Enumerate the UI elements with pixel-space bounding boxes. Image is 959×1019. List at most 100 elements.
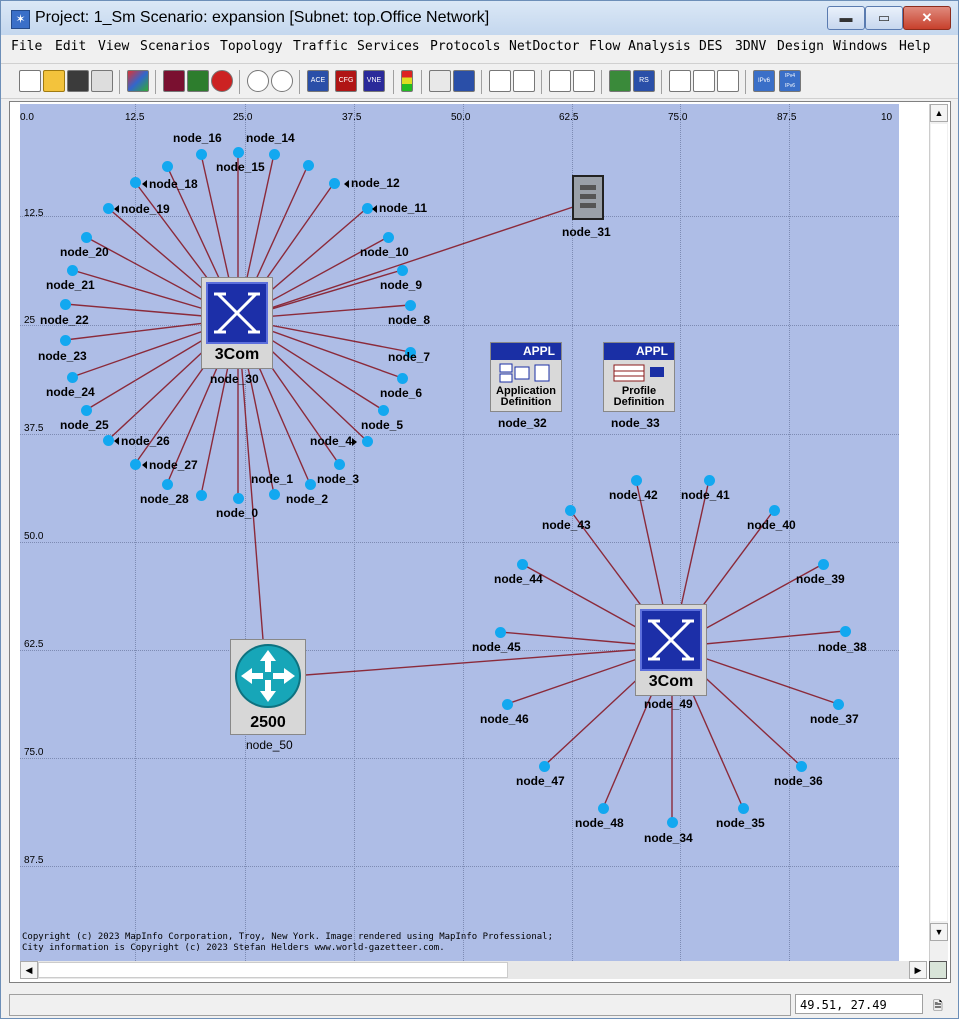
menu-scenarios[interactable]: Scenarios — [140, 39, 210, 54]
configure-run-icon[interactable] — [429, 70, 451, 92]
rsvp-icon[interactable]: RS — [633, 70, 655, 92]
import-vne-icon[interactable]: VNE — [363, 70, 385, 92]
node-dot[interactable] — [839, 625, 851, 637]
zoom-in-icon[interactable] — [247, 70, 269, 92]
application-definition[interactable]: APPL Application Definition — [490, 342, 562, 412]
node-dot[interactable] — [396, 372, 408, 384]
scroll-left-button[interactable]: ◀ — [20, 961, 38, 979]
node-dot[interactable] — [59, 334, 71, 346]
node-dot[interactable] — [516, 558, 528, 570]
maximize-button[interactable]: ▭ — [865, 6, 903, 30]
menu-flow-analysis[interactable]: Flow Analysis — [589, 39, 691, 54]
save-icon[interactable] — [67, 70, 89, 92]
server-icon[interactable] — [572, 175, 604, 220]
new-project-icon[interactable] — [19, 70, 41, 92]
node-dot[interactable] — [66, 371, 78, 383]
chart-icon[interactable] — [693, 70, 715, 92]
node-dot[interactable] — [597, 802, 609, 814]
node-dot[interactable] — [195, 148, 207, 160]
open-folder-icon[interactable] — [43, 70, 65, 92]
horizontal-scroll-thumb[interactable] — [38, 962, 508, 978]
node-dot[interactable] — [361, 202, 373, 214]
scroll-down-button[interactable]: ▼ — [930, 923, 948, 941]
menu-view[interactable]: View — [98, 39, 129, 54]
node-dot[interactable] — [333, 458, 345, 470]
mesh-icon[interactable] — [609, 70, 631, 92]
menu-windows[interactable]: Windows — [833, 39, 888, 54]
switch-node-49[interactable]: 3Com — [635, 604, 707, 696]
node-dot[interactable] — [129, 176, 141, 188]
menu-3dnv[interactable]: 3DNV — [735, 39, 766, 54]
node-dot[interactable] — [832, 698, 844, 710]
view-results-icon[interactable] — [453, 70, 475, 92]
topology-select-icon[interactable] — [513, 70, 535, 92]
title-bar[interactable]: ✶ Project: 1_Sm Scenario: expansion [Sub… — [1, 1, 958, 35]
ipv6-icon[interactable]: IPv6 — [753, 70, 775, 92]
node-dot[interactable] — [382, 231, 394, 243]
menu-topology[interactable]: Topology — [220, 39, 283, 54]
node-dot[interactable] — [80, 404, 92, 416]
minimize-button[interactable]: ▬ — [827, 6, 865, 30]
node-dot[interactable] — [817, 558, 829, 570]
profile-definition[interactable]: APPL Profile Definition — [603, 342, 675, 412]
node-dot[interactable] — [501, 698, 513, 710]
node-dot[interactable] — [102, 202, 114, 214]
node-dot[interactable] — [494, 626, 506, 638]
fail-link-icon[interactable] — [163, 70, 185, 92]
node-dot[interactable] — [377, 404, 389, 416]
router-node-50[interactable]: 2500 — [230, 639, 306, 735]
node-dot[interactable] — [328, 177, 340, 189]
view-navigator-icon[interactable] — [929, 961, 947, 979]
node-dot[interactable] — [161, 478, 173, 490]
print-icon[interactable] — [91, 70, 113, 92]
node-dot[interactable] — [80, 231, 92, 243]
ipv4-ipv6-icon[interactable]: IPv4 IPv6 — [779, 70, 801, 92]
node-dot[interactable] — [59, 298, 71, 310]
node-dot[interactable] — [666, 816, 678, 828]
close-button[interactable]: ✕ — [903, 6, 951, 30]
menu-traffic[interactable]: Traffic — [293, 39, 348, 54]
node-dot[interactable] — [404, 299, 416, 311]
node-dot[interactable] — [304, 478, 316, 490]
menu-protocols[interactable]: Protocols — [430, 39, 500, 54]
node-dot[interactable] — [268, 488, 280, 500]
link-wizard-icon[interactable] — [549, 70, 571, 92]
node-dot[interactable] — [232, 492, 244, 504]
node-dot[interactable] — [302, 159, 314, 171]
switch-node-30[interactable]: 3Com — [201, 277, 273, 369]
node-dot[interactable] — [703, 474, 715, 486]
scroll-up-button[interactable]: ▲ — [930, 104, 948, 122]
network-canvas[interactable]: 0.0 12.5 25.0 37.5 50.0 62.5 75.0 87.5 1… — [20, 104, 899, 961]
node-dot[interactable] — [161, 160, 173, 172]
menu-services[interactable]: Services — [357, 39, 420, 54]
menu-design[interactable]: Design — [777, 39, 824, 54]
node-dot[interactable] — [129, 458, 141, 470]
node-dot[interactable] — [102, 434, 114, 446]
node-dot[interactable] — [630, 474, 642, 486]
horizontal-scrollbar[interactable]: ◀ ▶ — [20, 961, 927, 979]
vertical-scrollbar[interactable]: ▲ ▼ — [929, 104, 948, 961]
topology-layout-icon[interactable] — [489, 70, 511, 92]
node-dot[interactable] — [195, 489, 207, 501]
node-dot[interactable] — [361, 435, 373, 447]
bar-chart-icon[interactable] — [717, 70, 739, 92]
node-dot[interactable] — [564, 504, 576, 516]
node-dot[interactable] — [66, 264, 78, 276]
link[interactable] — [265, 646, 673, 679]
checklist-icon[interactable] — [669, 70, 691, 92]
node-dot[interactable] — [268, 148, 280, 160]
menu-des[interactable]: DES — [699, 39, 722, 54]
menu-help[interactable]: Help — [899, 39, 930, 54]
vertical-scroll-thumb[interactable] — [931, 124, 947, 921]
import-cfg-icon[interactable]: CFG — [335, 70, 357, 92]
node-dot[interactable] — [232, 146, 244, 158]
node-dot[interactable] — [768, 504, 780, 516]
node-dot[interactable] — [737, 802, 749, 814]
traffic-icon[interactable] — [401, 70, 413, 92]
scroll-right-button[interactable]: ▶ — [909, 961, 927, 979]
menu-file[interactable]: File — [11, 39, 42, 54]
menu-netdoctor[interactable]: NetDoctor — [509, 39, 579, 54]
import-ace-icon[interactable]: ACE — [307, 70, 329, 92]
zoom-out-icon[interactable] — [271, 70, 293, 92]
verify-links-icon[interactable] — [211, 70, 233, 92]
